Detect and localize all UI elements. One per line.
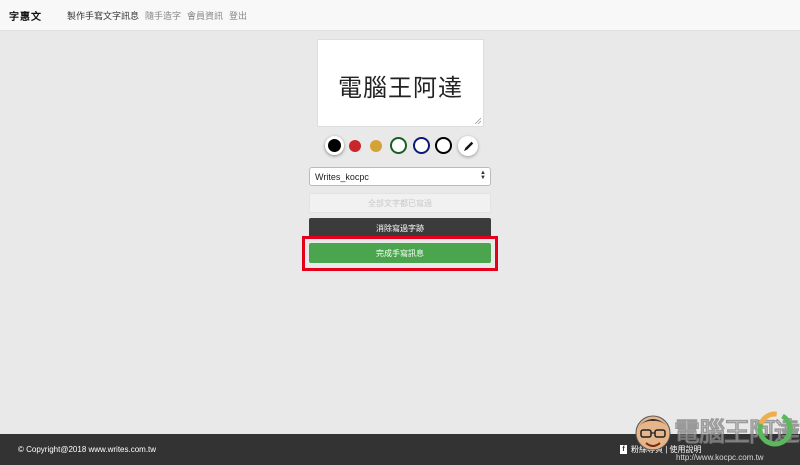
color-swatch-gold[interactable] <box>370 140 382 152</box>
mascot-face-icon <box>635 415 671 451</box>
color-palette <box>322 136 482 156</box>
font-select-value: Writes_kocpc <box>315 171 369 182</box>
nav-item-create-message[interactable]: 製作手寫文字訊息 <box>67 9 139 22</box>
watermark-url: http://www.kocpc.com.tw <box>676 453 764 462</box>
clear-strokes-button[interactable]: 消除寫過字跡 <box>309 218 491 238</box>
all-written-button: 全部文字都已寫過 <box>309 193 491 213</box>
color-swatch-red[interactable] <box>349 140 361 152</box>
facebook-icon[interactable]: f <box>620 445 627 454</box>
color-swatch-navy[interactable] <box>413 137 430 154</box>
logo-text: 字惠文 <box>9 11 42 23</box>
footer-copyright: © Copyright@2018 www.writes.com.tw <box>18 445 157 454</box>
handwritten-text: 電腦王阿達 <box>338 74 463 102</box>
watermark: 電腦王阿達 http://www.kocpc.com.tw <box>632 404 800 465</box>
power-ring-icon <box>757 411 793 447</box>
select-arrows-icon: ▲ ▼ <box>480 170 486 181</box>
color-swatch-black-outline[interactable] <box>435 137 452 154</box>
resize-grip-icon[interactable] <box>474 117 481 124</box>
top-navbar: 字惠文 製作手寫文字訊息 隨手造字 會員資訊 登出 <box>0 0 800 31</box>
font-select[interactable]: Writes_kocpc ▲ ▼ <box>309 167 491 186</box>
highlight-annotation-box <box>302 236 498 271</box>
pen-tool-button[interactable] <box>458 136 478 156</box>
pen-icon <box>463 141 473 151</box>
color-swatch-black[interactable] <box>325 136 344 155</box>
handwriting-canvas[interactable]: 電腦王阿達 <box>317 39 484 127</box>
color-swatch-green[interactable] <box>390 137 407 154</box>
nav-item-logout[interactable]: 登出 <box>229 9 247 22</box>
nav-item-member-info[interactable]: 會員資訊 <box>187 9 223 22</box>
nav-item-make-character[interactable]: 隨手造字 <box>145 9 181 22</box>
site-logo[interactable]: 字惠文 <box>9 5 55 25</box>
